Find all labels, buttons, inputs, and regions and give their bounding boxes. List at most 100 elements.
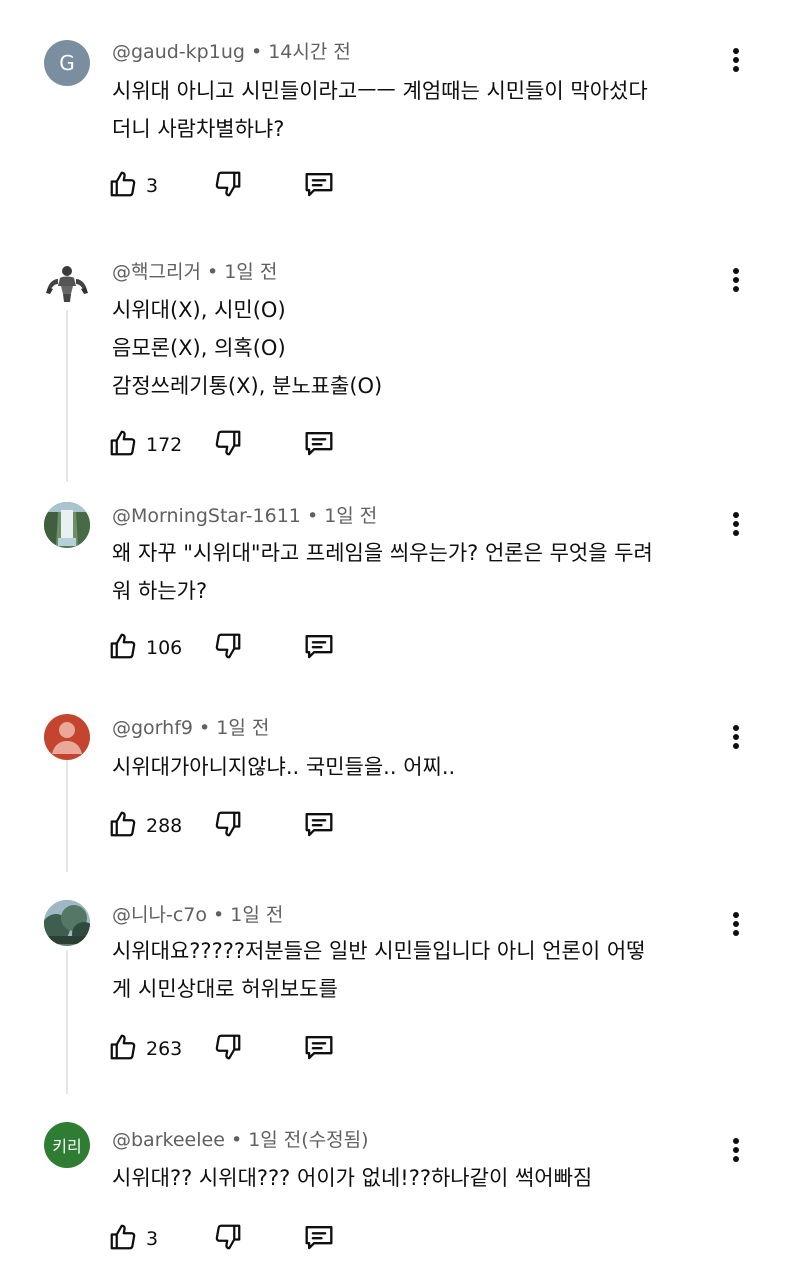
comment-time[interactable]: 1일 전	[216, 717, 269, 739]
thumbs-up-icon	[108, 1032, 138, 1066]
reply-comment-icon	[303, 1032, 335, 1066]
more-options-icon[interactable]	[724, 262, 748, 298]
like-button[interactable]: 3	[108, 169, 213, 203]
more-options-icon[interactable]	[724, 1132, 748, 1168]
comment-time[interactable]: 1일 전	[324, 505, 377, 527]
default-user-icon	[44, 714, 90, 760]
avatar[interactable]: 키리	[44, 1122, 90, 1168]
like-button[interactable]: 288	[108, 809, 213, 843]
like-count: 106	[146, 637, 183, 659]
thumbs-down-icon	[213, 169, 243, 203]
comment-time[interactable]: 14시간 전	[268, 41, 351, 63]
avatar-letter: G	[59, 51, 75, 75]
avatar[interactable]	[44, 502, 90, 548]
thumbs-down-icon	[213, 809, 243, 843]
avatar[interactable]	[44, 262, 90, 308]
meta-separator: •	[199, 717, 217, 739]
dislike-button[interactable]	[213, 428, 303, 462]
waterfall-photo-icon	[44, 502, 90, 548]
comment-time[interactable]: 1일 전	[230, 904, 283, 926]
avatar[interactable]	[44, 900, 90, 946]
comment-item: 키리 @barkeelee • 1일 전(수정됨) 시위대?? 시위대??? 어…	[0, 1110, 800, 1277]
comment-item: @니나-c7o • 1일 전 시위대요?????저분들은 일반 시민들입니다 아…	[0, 888, 800, 1110]
comment-author[interactable]: @핵그리거	[112, 261, 201, 283]
more-options-icon[interactable]	[724, 506, 748, 542]
reply-button[interactable]	[303, 1222, 335, 1256]
comment-meta: @핵그리거 • 1일 전	[112, 260, 277, 284]
comment-author[interactable]: @gaud-kp1ug	[112, 41, 245, 63]
avatar[interactable]	[44, 714, 90, 760]
like-count: 3	[146, 175, 159, 197]
dislike-button[interactable]	[213, 1032, 303, 1066]
meta-separator: •	[306, 505, 325, 527]
reply-button[interactable]	[303, 169, 335, 203]
comment-meta: @barkeelee • 1일 전(수정됨)	[112, 1128, 369, 1152]
muscle-man-icon	[44, 262, 90, 308]
comment-actions: 263	[108, 1029, 335, 1069]
comment-text: 시위대 아니고 시민들이라고ㅡㅡ 계엄때는 시민들이 막아섰다 더니 사람차별하…	[112, 79, 648, 141]
reply-comment-icon	[303, 428, 335, 462]
meta-separator: •	[250, 41, 269, 63]
comment-author[interactable]: @gorhf9	[112, 717, 193, 739]
comment-time[interactable]: 1일 전(수정됨)	[248, 1129, 368, 1151]
comment-meta: @MorningStar-1611 • 1일 전	[112, 504, 377, 528]
thumbs-down-icon	[213, 1222, 243, 1256]
comment-text: 시위대가아니지않냐.. 국민들을.. 어찌..	[112, 755, 456, 779]
more-options-icon[interactable]	[724, 42, 748, 78]
like-count: 288	[146, 815, 183, 837]
reply-button[interactable]	[303, 428, 335, 462]
thread-line	[66, 760, 68, 872]
comment-actions: 288	[108, 806, 335, 846]
comment-actions: 3	[108, 166, 335, 206]
reply-comment-icon	[303, 809, 335, 843]
thread-line	[66, 310, 68, 482]
dislike-button[interactable]	[213, 1222, 303, 1256]
more-options-icon[interactable]	[724, 906, 748, 942]
comment-item: G @gaud-kp1ug • 14시간 전 시위대 아니고 시민들이라고ㅡㅡ …	[0, 0, 800, 232]
comment-author[interactable]: @니나-c7o	[112, 904, 207, 926]
dislike-button[interactable]	[213, 169, 303, 203]
thumbs-up-icon	[108, 1222, 138, 1256]
meta-separator: •	[206, 261, 225, 283]
thumbs-up-icon	[108, 809, 138, 843]
dislike-button[interactable]	[213, 631, 303, 665]
comment-meta: @gorhf9 • 1일 전	[112, 716, 269, 740]
comment-text: 왜 자꾸 "시위대"라고 프레임을 씌우는가? 언론은 무엇을 두려 워 하는가…	[112, 541, 653, 603]
reply-comment-icon	[303, 1222, 335, 1256]
like-button[interactable]: 3	[108, 1222, 213, 1256]
comment-time[interactable]: 1일 전	[224, 261, 277, 283]
like-count: 3	[146, 1228, 159, 1250]
forest-photo-icon	[44, 900, 90, 946]
comment-text: 시위대?? 시위대??? 어이가 없네!??하나같이 썩어빠짐	[112, 1166, 593, 1190]
thumbs-down-icon	[213, 1032, 243, 1066]
comment-meta: @gaud-kp1ug • 14시간 전	[112, 40, 351, 64]
like-button[interactable]: 172	[108, 428, 213, 462]
meta-separator: •	[213, 904, 231, 926]
comment-text: 시위대(X), 시민(O) 음모론(X), 의혹(O) 감정쓰레기통(X), 분…	[112, 298, 383, 398]
comment-author[interactable]: @MorningStar-1611	[112, 505, 301, 527]
reply-comment-icon	[303, 169, 335, 203]
comment-author[interactable]: @barkeelee	[112, 1129, 225, 1151]
reply-button[interactable]	[303, 1032, 335, 1066]
like-button[interactable]: 263	[108, 1032, 213, 1066]
comment-text: 시위대요?????저분들은 일반 시민들입니다 아니 언론이 어떻 게 시민상대…	[112, 939, 646, 1001]
comment-item: @gorhf9 • 1일 전 시위대가아니지않냐.. 국민들을.. 어찌.. 2…	[0, 698, 800, 888]
reply-button[interactable]	[303, 809, 335, 843]
more-options-icon[interactable]	[724, 719, 748, 755]
thumbs-up-icon	[108, 631, 138, 665]
thread-line	[66, 950, 68, 1094]
like-count: 172	[146, 434, 183, 456]
thumbs-down-icon	[213, 428, 243, 462]
dislike-button[interactable]	[213, 809, 303, 843]
thumbs-up-icon	[108, 169, 138, 203]
comment-item: @MorningStar-1611 • 1일 전 왜 자꾸 "시위대"라고 프레…	[0, 490, 800, 698]
avatar[interactable]: G	[44, 40, 90, 86]
reply-button[interactable]	[303, 631, 335, 665]
like-button[interactable]: 106	[108, 631, 213, 665]
thumbs-up-icon	[108, 428, 138, 462]
comment-meta: @니나-c7o • 1일 전	[112, 903, 283, 927]
comment-actions: 3	[108, 1219, 335, 1259]
meta-separator: •	[230, 1129, 249, 1151]
comment-actions: 172	[108, 425, 335, 465]
comment-item: @핵그리거 • 1일 전 시위대(X), 시민(O) 음모론(X), 의혹(O)…	[0, 232, 800, 490]
